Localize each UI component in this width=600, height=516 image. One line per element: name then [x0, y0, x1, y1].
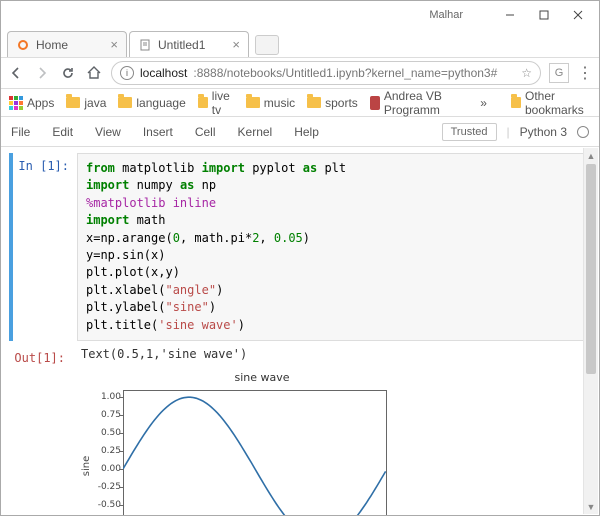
apps-shortcut[interactable]: Apps — [9, 96, 54, 110]
y-tick-label: -0.50 — [77, 500, 121, 510]
notebook-area: In [1]: from matplotlib import pyplot as… — [1, 147, 599, 515]
chart-title: sine wave — [117, 371, 407, 384]
folder-icon — [66, 97, 80, 108]
browser-tab[interactable]: Untitled1 × — [129, 31, 249, 57]
output-text: Text(0.5,1,'sine wave') — [73, 345, 591, 365]
tab-close-icon[interactable]: × — [224, 37, 240, 52]
y-tick-label: -0.25 — [77, 482, 121, 492]
y-tick-label: 0.75 — [77, 410, 121, 420]
browser-tab[interactable]: Home × — [7, 31, 127, 57]
other-bookmarks-label: Other bookmarks — [525, 89, 591, 117]
tab-close-icon[interactable]: × — [102, 37, 118, 52]
new-tab-button[interactable] — [255, 35, 279, 55]
back-button[interactable] — [7, 64, 25, 82]
chart-axes: sine angle -1.00-0.75-0.50-0.250.000.250… — [77, 386, 407, 515]
browser-toolbar: i localhost :8888/notebooks/Untitled1.ipy… — [1, 57, 599, 89]
bookmark-star-icon[interactable]: ☆ — [521, 66, 532, 80]
kernel-name[interactable]: Python 3 — [520, 125, 567, 139]
bookmark-label: language — [136, 96, 185, 110]
bookmark-folder[interactable]: sports — [307, 89, 358, 117]
menu-file[interactable]: File — [11, 125, 30, 139]
trusted-indicator[interactable]: Trusted — [442, 123, 497, 141]
url-path: :8888/notebooks/Untitled1.ipynb?kernel_n… — [193, 66, 497, 80]
bookmark-folder[interactable]: language — [118, 89, 185, 117]
address-bar[interactable]: i localhost :8888/notebooks/Untitled1.ipy… — [111, 61, 541, 85]
tab-label: Untitled1 — [158, 38, 205, 52]
menu-insert[interactable]: Insert — [143, 125, 173, 139]
browser-tabstrip: Home × Untitled1 × — [1, 29, 599, 57]
maximize-button[interactable] — [527, 5, 561, 25]
y-tick-label: 0.50 — [77, 428, 121, 438]
code-input[interactable]: from matplotlib import pyplot as plt imp… — [77, 153, 591, 341]
bookmark-andrea-vb[interactable]: Andrea VB Programm — [370, 89, 468, 117]
bookmark-label: music — [264, 96, 295, 110]
out-prompt: Out[1]: — [13, 345, 73, 365]
folder-icon — [198, 97, 208, 108]
notebook-icon — [138, 38, 152, 52]
home-button[interactable] — [85, 64, 103, 82]
apps-icon — [9, 96, 23, 110]
menu-help[interactable]: Help — [294, 125, 319, 139]
window-titlebar: Malhar — [1, 1, 599, 29]
scroll-up-arrow[interactable]: ▲ — [584, 148, 598, 163]
folder-icon — [246, 97, 260, 108]
menu-cell[interactable]: Cell — [195, 125, 216, 139]
folder-icon — [118, 97, 132, 108]
menu-edit[interactable]: Edit — [52, 125, 73, 139]
kernel-status-icon — [577, 126, 589, 138]
y-tick-label: 0.00 — [77, 464, 121, 474]
in-prompt: In [1]: — [17, 153, 77, 341]
menu-view[interactable]: View — [95, 125, 121, 139]
jupyter-menubar: File Edit View Insert Cell Kernel Help Trusted… — [1, 117, 599, 147]
minimize-button[interactable] — [493, 5, 527, 25]
vb-icon — [370, 96, 380, 110]
other-bookmarks[interactable]: Other bookmarks — [511, 89, 591, 117]
bookmark-label: live tv — [212, 89, 234, 117]
code-cell[interactable]: In [1]: from matplotlib import pyplot as… — [9, 153, 591, 341]
y-tick-label: 1.00 — [77, 392, 121, 402]
close-button[interactable] — [561, 5, 595, 25]
vertical-scrollbar[interactable]: ▲ ▼ — [583, 148, 598, 514]
bookmark-folder[interactable]: music — [246, 89, 295, 117]
site-info-icon[interactable]: i — [120, 66, 134, 80]
reload-button[interactable] — [59, 64, 77, 82]
bookmarks-bar: Apps java language live tv music sports Andr… — [1, 89, 599, 117]
scroll-down-arrow[interactable]: ▼ — [584, 499, 598, 514]
bookmark-label: Andrea VB Programm — [384, 89, 468, 117]
tab-label: Home — [36, 38, 68, 52]
window-user: Malhar — [429, 9, 463, 21]
y-tick-label: 0.25 — [77, 446, 121, 456]
cell-run-indicator — [9, 153, 13, 341]
url-host: localhost — [140, 66, 187, 80]
bookmark-label: sports — [325, 96, 358, 110]
bookmark-label: java — [84, 96, 106, 110]
folder-icon — [511, 97, 521, 108]
bookmarks-overflow[interactable]: » — [480, 96, 487, 110]
bookmark-folder[interactable]: live tv — [198, 89, 234, 117]
bookmark-folder[interactable]: java — [66, 89, 106, 117]
folder-icon — [307, 97, 321, 108]
plot-output: sine wave sine angle -1.00-0.75-0.50-0.2… — [77, 371, 591, 515]
menu-kernel[interactable]: Kernel — [238, 125, 273, 139]
google-search-button[interactable]: G — [549, 63, 569, 83]
chrome-menu-button[interactable]: ⋮ — [577, 63, 593, 83]
output-row: Out[1]: Text(0.5,1,'sine wave') — [13, 345, 591, 365]
scroll-thumb[interactable] — [586, 164, 596, 374]
line-series — [123, 390, 387, 515]
jupyter-icon — [16, 38, 30, 52]
apps-label: Apps — [27, 96, 54, 110]
forward-button[interactable] — [33, 64, 51, 82]
